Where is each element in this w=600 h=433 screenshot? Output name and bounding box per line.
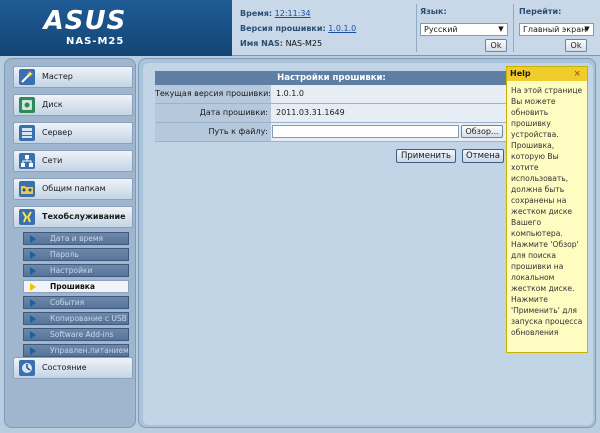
sidebar-item-maintenance[interactable]: Техобслуживание — [13, 206, 133, 228]
device-model: NAS-M25 — [66, 36, 125, 47]
sidebar-item-status[interactable]: Состояние — [13, 357, 133, 379]
sidebar-item-shared-folders[interactable]: Общим папкам — [13, 178, 133, 200]
sidebar-item-label: Сети — [42, 156, 63, 165]
time-link[interactable]: 12:11:34 — [275, 9, 311, 18]
device-info: Время: 12:11:34 Версия прошивки: 1.0.1.0… — [240, 6, 410, 51]
chevron-down-icon: ▼ — [498, 25, 504, 33]
goto-label: Перейти: — [519, 7, 562, 16]
goto-select[interactable]: Главный экран ▼ — [519, 23, 594, 36]
arrow-right-icon — [30, 331, 36, 339]
submenu-item-password[interactable]: Пароль — [23, 248, 129, 261]
chevron-down-icon: ▼ — [584, 25, 590, 33]
language-select[interactable]: Русский ▼ — [420, 23, 508, 36]
language-value: Русский — [424, 25, 458, 34]
firmware-date-value: 2011.03.31.1649 — [271, 104, 508, 122]
header: ASUS NAS-M25 Время: 12:11:34 Версия прош… — [0, 0, 600, 56]
sidebar-item-label: Общим папкам — [42, 184, 106, 193]
sidebar-item-label: Мастер — [42, 72, 73, 81]
help-header: Help × — [507, 67, 587, 81]
language-ok-button[interactable]: Ok — [485, 39, 507, 52]
panel-title: Настройки прошивки: — [155, 71, 508, 85]
current-version-label: Текущая версия прошивки: — [155, 85, 271, 103]
status-icon — [19, 360, 35, 376]
firmware-settings-table: Настройки прошивки: Текущая версия проши… — [155, 71, 508, 142]
sidebar-item-disk[interactable]: Диск — [13, 94, 133, 116]
logo-area: ASUS NAS-M25 — [0, 0, 232, 56]
nas-name-value: NAS-M25 — [285, 39, 323, 48]
apply-button[interactable]: Применить — [396, 149, 456, 163]
file-path-label: Путь к файлу: — [155, 123, 271, 141]
nas-name-label: Имя NAS: — [240, 39, 284, 48]
table-row: Путь к файлу: Обзор... — [155, 123, 508, 142]
asus-logo: ASUS — [42, 6, 127, 35]
disk-icon — [19, 97, 35, 113]
current-version-value: 1.0.1.0 — [271, 85, 508, 103]
file-path-cell: Обзор... — [271, 123, 508, 141]
svg-text:ASUS: ASUS — [42, 6, 127, 35]
help-text: На этой странице Вы можете обновить прош… — [511, 86, 583, 337]
submenu-item-usb-copy[interactable]: Копирование с USB — [23, 312, 129, 325]
arrow-right-icon — [30, 315, 36, 323]
header-divider — [416, 4, 417, 52]
submenu-item-events[interactable]: События — [23, 296, 129, 309]
submenu-item-datetime[interactable]: Дата и время — [23, 232, 129, 245]
table-row: Дата прошивки: 2011.03.31.1649 — [155, 104, 508, 123]
arrow-right-icon — [30, 235, 36, 243]
sidebar-item-wizard[interactable]: Мастер — [13, 66, 133, 88]
shared-folder-icon — [19, 181, 35, 197]
sidebar-item-server[interactable]: Сервер — [13, 122, 133, 144]
table-row: Текущая версия прошивки: 1.0.1.0 — [155, 85, 508, 104]
help-title: Help — [510, 69, 531, 78]
firmware-date-label: Дата прошивки: — [155, 104, 271, 122]
wand-icon — [19, 69, 35, 85]
arrow-right-icon — [30, 299, 36, 307]
language-label: Язык: — [420, 7, 447, 16]
browse-button[interactable]: Обзор... — [461, 125, 503, 138]
arrow-right-icon — [30, 267, 36, 275]
server-icon — [19, 125, 35, 141]
submenu-item-power[interactable]: Управлен.питанием — [23, 344, 129, 357]
header-divider-2 — [513, 4, 514, 52]
sidebar-item-label: Техобслуживание — [42, 212, 126, 221]
goto-ok-button[interactable]: Ok — [565, 39, 587, 52]
arrow-right-icon — [30, 347, 36, 355]
cancel-button[interactable]: Отмена — [462, 149, 504, 163]
sidebar-item-label: Сервер — [42, 128, 73, 137]
sidebar-item-label: Диск — [42, 100, 63, 109]
sidebar-item-label: Состояние — [42, 363, 87, 372]
file-path-input[interactable] — [272, 125, 459, 138]
submenu-item-settings[interactable]: Настройки — [23, 264, 129, 277]
firmware-label: Версия прошивки: — [240, 24, 326, 33]
goto-block: Перейти: — [519, 7, 561, 16]
submenu-item-firmware[interactable]: Прошивка — [23, 280, 129, 293]
sidebar: Мастер Диск Сервер Сети Общим папкам Тех… — [4, 58, 136, 428]
network-icon — [19, 153, 35, 169]
time-label: Время: — [240, 9, 273, 18]
language-block: Язык: — [420, 7, 447, 16]
arrow-right-icon — [30, 283, 36, 291]
arrow-right-icon — [30, 251, 36, 259]
help-panel: Help × На этой странице Вы можете обнови… — [506, 66, 588, 353]
goto-value: Главный экран — [523, 25, 587, 34]
sidebar-item-network[interactable]: Сети — [13, 150, 133, 172]
close-icon[interactable]: × — [573, 67, 581, 81]
tools-icon — [19, 209, 35, 225]
firmware-link[interactable]: 1.0.1.0 — [328, 24, 356, 33]
submenu-item-software-addins[interactable]: Software Add-ins — [23, 328, 129, 341]
